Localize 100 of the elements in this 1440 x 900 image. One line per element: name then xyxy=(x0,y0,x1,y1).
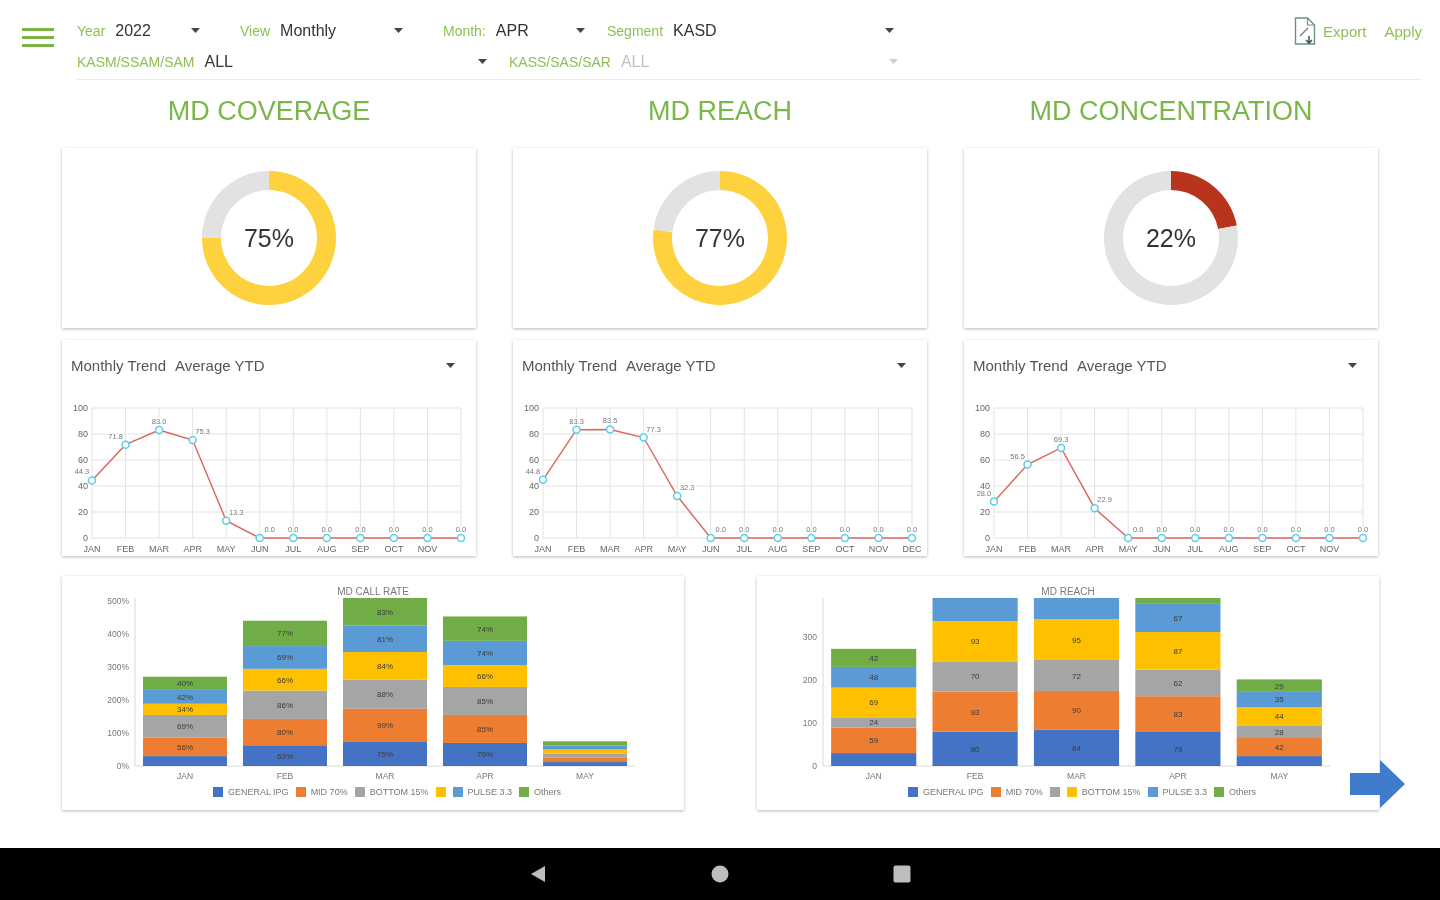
trend-dropdown[interactable]: Average YTD xyxy=(175,356,455,374)
data-point xyxy=(989,497,999,506)
axis-label: 60 xyxy=(529,455,539,465)
filter-label: Year xyxy=(77,22,106,39)
data-label: 90 xyxy=(1072,706,1081,716)
gauge-value: 22% xyxy=(1145,223,1196,253)
data-label: 69% xyxy=(277,653,293,663)
data-label: 77% xyxy=(277,629,293,639)
axis-label: 20 xyxy=(529,507,539,517)
axis-label: NOV xyxy=(868,544,889,554)
data-point xyxy=(1056,443,1066,453)
axis-label: JUL xyxy=(1187,544,1204,554)
axis-label: 80 xyxy=(980,429,990,439)
data-label: 85% xyxy=(477,724,493,734)
axis-label: SEP xyxy=(1253,544,1272,554)
data-point xyxy=(1224,533,1234,543)
axis-label: AUG xyxy=(1219,544,1239,554)
axis-label: JAN xyxy=(176,771,194,781)
axis-label: 300% xyxy=(107,662,129,673)
filter-dropdown[interactable]: Monthly xyxy=(280,21,403,40)
data-label: 74% xyxy=(477,649,493,658)
caret-icon xyxy=(394,28,403,33)
axis-label: 60 xyxy=(980,455,990,465)
data-label: 62 xyxy=(1173,678,1183,688)
axis-label: JUN xyxy=(251,544,269,554)
data-label: 56% xyxy=(177,742,193,752)
data-label: 35 xyxy=(1274,695,1284,705)
filter-dropdown[interactable]: APR xyxy=(495,21,585,40)
axis-label: 80 xyxy=(529,429,539,439)
axis-label: DEC xyxy=(902,544,922,554)
axis-label: SEP xyxy=(802,544,821,554)
axis-label: 40 xyxy=(78,481,88,491)
data-point xyxy=(706,533,715,543)
caret-icon xyxy=(576,28,585,33)
axis-label: JUN xyxy=(702,544,720,554)
axis-label: APR xyxy=(476,771,494,781)
filter-dropdown[interactable]: KASD xyxy=(673,21,894,40)
right-arrow-icon[interactable] xyxy=(1350,760,1405,808)
caret-icon xyxy=(478,59,487,64)
axis-label: APR xyxy=(634,544,653,554)
axis-label: 0 xyxy=(812,761,817,771)
data-point xyxy=(121,440,130,449)
data-label: 93 xyxy=(970,637,980,647)
axis-label: FEB xyxy=(1018,544,1037,554)
filter-label: KASM/SSAM/SAM xyxy=(77,53,195,70)
axis-label: JAN xyxy=(534,544,552,554)
axis-label: 60 xyxy=(78,455,88,465)
axis-label: FEB xyxy=(276,771,294,781)
legend-label: PULSE 3.3 xyxy=(1162,787,1208,797)
filter-label: KASS/SAS/SAR xyxy=(509,53,611,70)
data-label: 70% xyxy=(477,750,493,760)
legend-label: MID 70% xyxy=(310,787,348,797)
data-label: 59 xyxy=(869,736,879,746)
data-label: 80 xyxy=(970,744,980,754)
trend-label: Monthly Trend xyxy=(522,356,618,374)
axis-label: 400% xyxy=(107,629,129,640)
recent-apps-icon[interactable] xyxy=(893,865,911,883)
section-title: MD CONCENTRATION xyxy=(1028,96,1314,126)
home-icon[interactable] xyxy=(711,865,729,883)
axis-label: JUL xyxy=(736,544,753,554)
data-point xyxy=(773,533,783,543)
caret-icon xyxy=(1348,362,1357,368)
filter-dropdown[interactable]: 2022 xyxy=(115,21,200,40)
axis-label: AUG xyxy=(768,544,788,554)
axis-label: FEB xyxy=(567,544,586,554)
trend-label: Monthly Trend xyxy=(973,356,1069,374)
trend-dropdown[interactable]: Average YTD xyxy=(1077,356,1357,374)
data-label: 42 xyxy=(1274,743,1284,753)
data-label: 44 xyxy=(1274,712,1284,722)
trend-dropdown[interactable]: Average YTD xyxy=(626,356,906,374)
data-point xyxy=(672,491,682,501)
axis-label: 100% xyxy=(107,728,129,739)
axis-label: MAY xyxy=(1118,544,1138,554)
axis-label: APR xyxy=(183,544,202,554)
axis-label: APR xyxy=(1169,771,1187,781)
data-label: 74% xyxy=(477,624,493,634)
data-label: 66% xyxy=(477,672,493,682)
axis-label: JAN xyxy=(985,544,1003,554)
data-label: 28 xyxy=(1274,727,1284,737)
axis-label: 100 xyxy=(72,403,88,413)
data-label: 87 xyxy=(1173,646,1183,656)
data-label: 24 xyxy=(869,718,879,728)
legend-label: MID 70% xyxy=(1005,787,1043,797)
axis-label: OCT xyxy=(835,544,855,554)
gauge-value: 75% xyxy=(243,223,294,253)
legend-label: Others xyxy=(534,787,562,797)
caret-icon xyxy=(897,362,906,368)
data-point xyxy=(639,433,648,442)
back-icon[interactable] xyxy=(529,865,547,883)
chart-title: MD CALL RATE xyxy=(337,586,409,597)
trend-label: Monthly Trend xyxy=(71,356,167,374)
axis-label: 200 xyxy=(802,674,817,685)
data-point xyxy=(1291,533,1301,543)
axis-label: 0 xyxy=(985,533,990,543)
data-label: 83% xyxy=(377,607,393,617)
gauge-value: 77% xyxy=(694,223,745,253)
axis-label: 300 xyxy=(802,631,817,642)
filter-dropdown[interactable]: ALL xyxy=(204,52,487,71)
data-label: 79 xyxy=(1173,745,1183,754)
data-label: 63% xyxy=(277,751,293,761)
